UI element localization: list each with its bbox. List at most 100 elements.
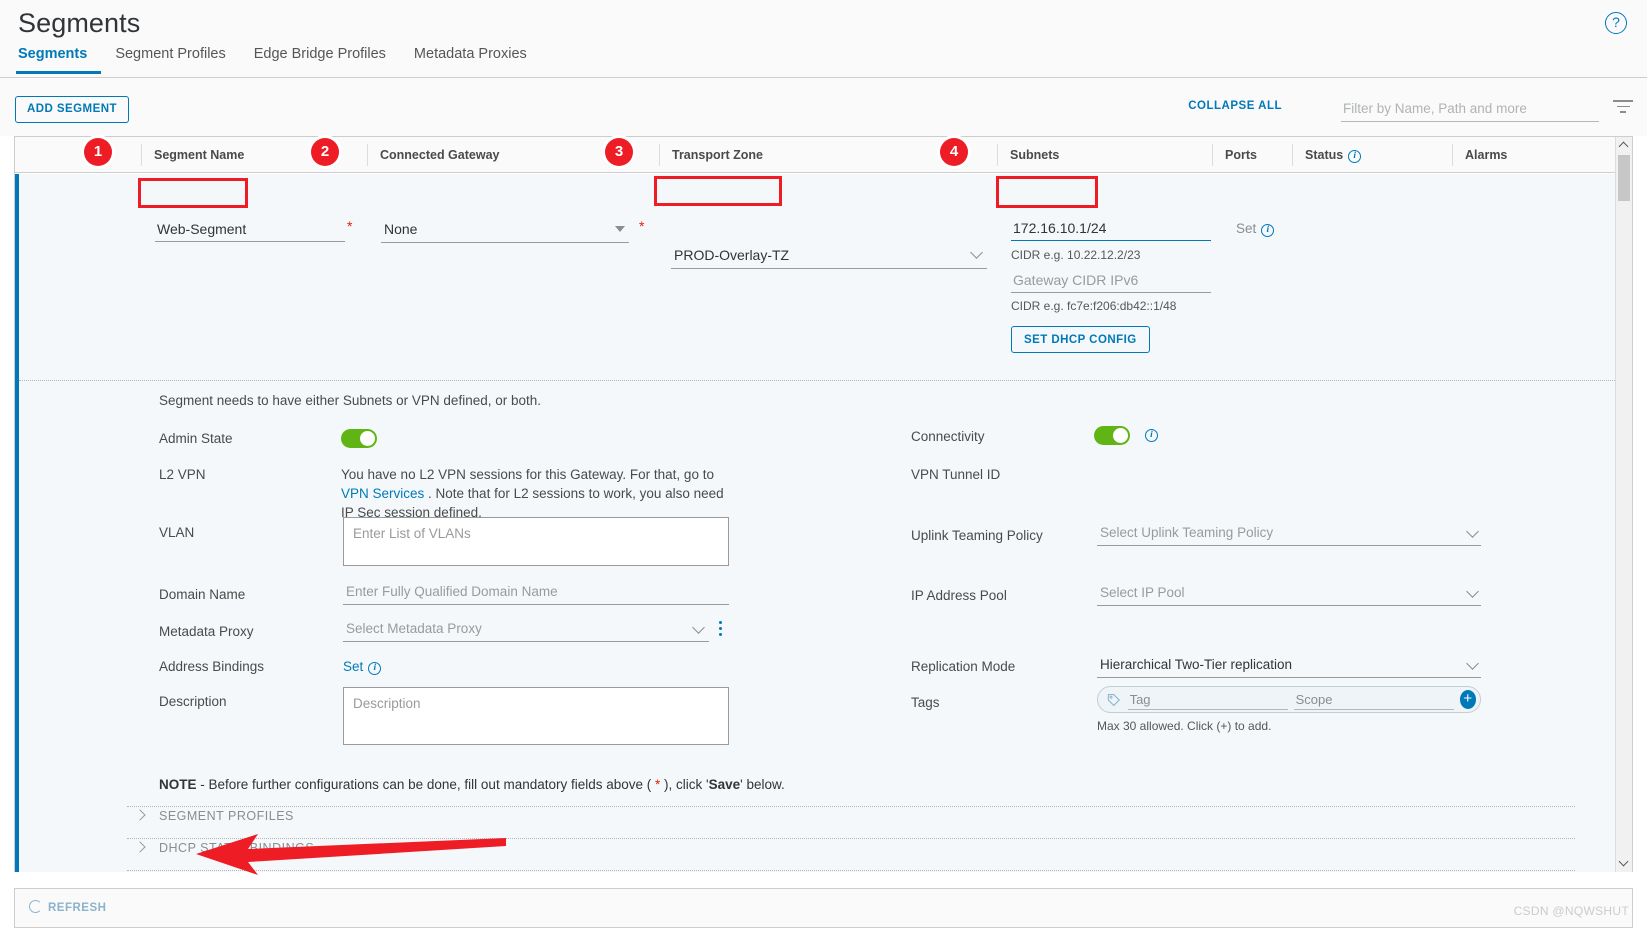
ip-address-pool-select[interactable]: Select IP Pool xyxy=(1097,582,1481,606)
help-icon[interactable]: ? xyxy=(1605,12,1627,34)
connected-gateway-select[interactable]: None xyxy=(381,217,629,243)
note-save-word: Save xyxy=(708,777,741,792)
gateway-ipv6-input[interactable] xyxy=(1011,268,1211,293)
subnet-cidr-input[interactable] xyxy=(1011,216,1211,241)
note-part3: ' below. xyxy=(740,777,785,792)
scroll-down-arrow[interactable] xyxy=(1616,855,1632,872)
chevron-right-icon-dhcp-bindings[interactable] xyxy=(134,841,146,853)
nsx-segments-page: Segments ? Segments Segment Profiles Edg… xyxy=(0,0,1647,942)
scrollbar-thumb[interactable] xyxy=(1618,155,1630,201)
column-header-status-label: Status xyxy=(1305,147,1344,162)
column-header-subnets[interactable]: Subnets xyxy=(997,143,1212,166)
add-segment-button[interactable]: ADD SEGMENT xyxy=(15,96,129,123)
chevron-down-icon xyxy=(615,226,625,232)
note-part1: - Before further configurations can be d… xyxy=(196,777,656,792)
mandatory-fields-note: NOTE - Before further configurations can… xyxy=(159,777,785,792)
metadata-proxy-placeholder: Select Metadata Proxy xyxy=(346,621,482,636)
chevron-down-icon-replication xyxy=(1466,657,1479,670)
chevron-down-icon-tz xyxy=(970,246,983,259)
admin-state-label: Admin State xyxy=(159,431,233,446)
note-bold-label: NOTE xyxy=(159,777,197,792)
l2vpn-help-text: You have no L2 VPN sessions for this Gat… xyxy=(341,465,733,522)
page-header: Segments ? Segments Segment Profiles Edg… xyxy=(0,0,1647,78)
chevron-right-icon-segment-profiles[interactable] xyxy=(134,809,146,821)
separator-above-actions xyxy=(127,870,1575,871)
tab-metadata-proxies[interactable]: Metadata Proxies xyxy=(400,46,541,71)
tab-bar: Segments Segment Profiles Edge Bridge Pr… xyxy=(16,46,1647,78)
subnet-cidr-hint: CIDR e.g. 10.22.12.2/23 xyxy=(1011,248,1141,262)
ip-address-pool-placeholder: Select IP Pool xyxy=(1100,585,1185,600)
subnets-or-vpn-note: Segment needs to have either Subnets or … xyxy=(159,393,541,408)
tags-label: Tags xyxy=(911,695,940,710)
connectivity-info-icon[interactable]: i xyxy=(1145,429,1158,442)
accordion-segment-profiles[interactable]: SEGMENT PROFILES xyxy=(159,809,294,823)
watermark: CSDN @NQWSHUT xyxy=(1513,904,1629,918)
column-header-ports[interactable]: Ports xyxy=(1212,143,1292,166)
filter-funnel-icon[interactable] xyxy=(1612,100,1634,114)
scope-input[interactable] xyxy=(1293,689,1454,710)
column-header-gutter xyxy=(15,144,141,166)
ports-info-icon[interactable]: i xyxy=(1261,224,1275,237)
address-bindings-set-link[interactable]: Set xyxy=(343,659,363,674)
connectivity-toggle[interactable] xyxy=(1094,426,1130,445)
action-bar: ADD SEGMENT COLLAPSE ALL xyxy=(0,78,1647,136)
segment-detail-panel: Segment needs to have either Subnets or … xyxy=(19,380,1615,872)
connectivity-label: Connectivity xyxy=(911,429,985,444)
gateway-ipv6-hint: CIDR e.g. fc7e:f206:db42::1/48 xyxy=(1011,299,1177,313)
tab-segment-profiles[interactable]: Segment Profiles xyxy=(101,46,239,71)
admin-state-toggle[interactable] xyxy=(341,429,377,448)
address-bindings-info-icon[interactable]: i xyxy=(368,662,382,675)
segment-name-required-star: * xyxy=(347,218,353,234)
grid-vertical-scrollbar[interactable] xyxy=(1615,137,1632,872)
column-header-alarms[interactable]: Alarms xyxy=(1452,143,1572,166)
domain-name-field[interactable]: Enter Fully Qualified Domain Name xyxy=(343,581,729,605)
segment-name-field-wrap xyxy=(155,217,345,242)
status-info-icon[interactable]: i xyxy=(1348,149,1362,163)
l2vpn-label: L2 VPN xyxy=(159,467,206,482)
scroll-up-arrow[interactable] xyxy=(1616,137,1632,154)
metadata-proxy-select[interactable]: Select Metadata Proxy xyxy=(343,618,709,642)
uplink-teaming-label: Uplink Teaming Policy xyxy=(911,528,1043,543)
vpn-services-link[interactable]: VPN Services xyxy=(341,486,424,501)
vlan-input[interactable] xyxy=(343,517,729,566)
segments-grid: Segment Name Connected Gateway Transport… xyxy=(14,136,1633,872)
chevron-down-icon-ippool xyxy=(1466,585,1479,598)
connected-gateway-required-star: * xyxy=(639,218,645,234)
tab-edge-bridge-profiles[interactable]: Edge Bridge Profiles xyxy=(240,46,400,71)
grid-footer: REFRESH xyxy=(14,888,1633,928)
segment-name-input[interactable] xyxy=(155,217,345,242)
metadata-proxy-more-icon[interactable] xyxy=(713,618,727,638)
accordion-dhcp-static-bindings[interactable]: DHCP STATIC BINDINGS xyxy=(159,841,314,855)
grid-body: * None * PROD-Overlay-TZ CIDR e.g. 10.22… xyxy=(15,174,1615,872)
tab-segments[interactable]: Segments xyxy=(16,46,102,74)
ports-set-label[interactable]: Set xyxy=(1236,221,1256,236)
connected-gateway-value: None xyxy=(384,221,418,237)
refresh-button[interactable]: REFRESH xyxy=(29,900,106,914)
address-bindings-cell: Set i xyxy=(343,658,382,676)
description-label: Description xyxy=(159,694,227,709)
transport-zone-value: PROD-Overlay-TZ xyxy=(674,247,790,263)
replication-mode-select[interactable]: Hierarchical Two-Tier replication xyxy=(1097,654,1481,678)
uplink-teaming-select[interactable]: Select Uplink Teaming Policy xyxy=(1097,522,1481,546)
uplink-teaming-placeholder: Select Uplink Teaming Policy xyxy=(1100,525,1274,540)
subnet-cidr-field-wrap xyxy=(1011,216,1211,241)
tags-hint: Max 30 allowed. Click (+) to add. xyxy=(1097,719,1272,733)
collapse-all-button[interactable]: COLLAPSE ALL xyxy=(1188,100,1282,112)
set-dhcp-config-button[interactable]: SET DHCP CONFIG xyxy=(1011,326,1150,353)
description-input[interactable] xyxy=(343,687,729,745)
chevron-down-icon-metadata xyxy=(692,621,705,634)
note-part2: ), click ' xyxy=(660,777,709,792)
page-title: Segments xyxy=(18,8,141,38)
l2vpn-text-part1: You have no L2 VPN sessions for this Gat… xyxy=(341,467,714,482)
annotation-badge-1: 1 xyxy=(84,138,112,166)
address-bindings-label: Address Bindings xyxy=(159,659,265,674)
separator-above-segment-profiles xyxy=(127,806,1575,807)
chevron-down-icon-uplink xyxy=(1466,525,1479,538)
transport-zone-select[interactable]: PROD-Overlay-TZ xyxy=(671,243,987,269)
ports-set-cell: Set i xyxy=(1236,220,1275,238)
tag-input[interactable] xyxy=(1127,689,1288,710)
filter-input[interactable] xyxy=(1341,96,1599,121)
column-header-status[interactable]: Status i xyxy=(1292,143,1452,166)
segment-edit-row: * None * PROD-Overlay-TZ CIDR e.g. 10.22… xyxy=(15,174,1615,380)
add-tag-button[interactable]: + xyxy=(1459,690,1476,709)
